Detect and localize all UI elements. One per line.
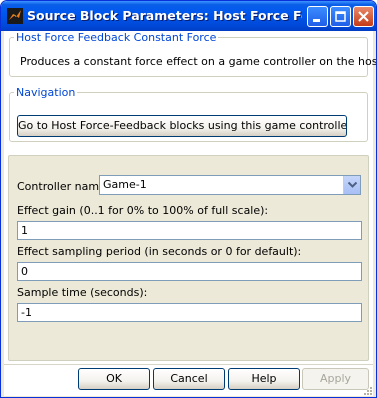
minimize-icon: [313, 19, 320, 22]
maximize-button[interactable]: [330, 6, 351, 27]
block-description-group: Host Force Feedback Constant Force: [9, 31, 368, 77]
navigation-heading: Navigation: [16, 86, 76, 99]
title-bar[interactable]: Source Block Parameters: Host Force Feed…: [1, 1, 376, 31]
dialog-window: Source Block Parameters: Host Force Feed…: [0, 0, 377, 398]
effect-gain-label: Effect gain (0..1 for 0% to 100% of full…: [17, 204, 269, 217]
window-title: Source Block Parameters: Host Force Feed…: [27, 8, 302, 23]
close-icon: [358, 11, 369, 22]
chevron-down-icon: [347, 181, 357, 188]
matlab-icon: [7, 8, 23, 24]
apply-button[interactable]: Apply: [302, 368, 369, 390]
controller-name-label: Controller name:: [17, 180, 110, 193]
sampling-period-field[interactable]: 0: [17, 262, 362, 281]
sample-time-field[interactable]: -1: [17, 303, 362, 322]
minimize-button[interactable]: [307, 6, 328, 27]
parameters-panel: Controller name: Game-1 Effect gain (0..…: [8, 155, 369, 361]
maximize-icon: [335, 11, 346, 22]
block-description-text: Produces a constant force effect on a ga…: [20, 55, 377, 68]
ok-button[interactable]: OK: [78, 368, 150, 390]
help-button[interactable]: Help: [228, 368, 300, 390]
block-description-heading: Host Force Feedback Constant Force: [16, 31, 217, 44]
dialog-content: Host Force Feedback Constant Force Produ…: [4, 31, 377, 396]
cancel-button[interactable]: Cancel: [153, 368, 225, 390]
button-divider: [4, 364, 373, 365]
resize-grip-icon[interactable]: [361, 384, 373, 396]
sampling-period-label: Effect sampling period (in seconds or 0 …: [17, 245, 302, 258]
sample-time-label: Sample time (seconds):: [17, 286, 148, 299]
controller-name-select[interactable]: Game-1: [99, 175, 361, 195]
dropdown-button[interactable]: [343, 176, 360, 194]
effect-gain-field[interactable]: 1: [17, 221, 362, 240]
goto-blocks-button[interactable]: Go to Host Force-Feedback blocks using t…: [17, 115, 347, 137]
close-button[interactable]: [353, 6, 374, 27]
controller-name-value: Game-1: [103, 178, 147, 191]
